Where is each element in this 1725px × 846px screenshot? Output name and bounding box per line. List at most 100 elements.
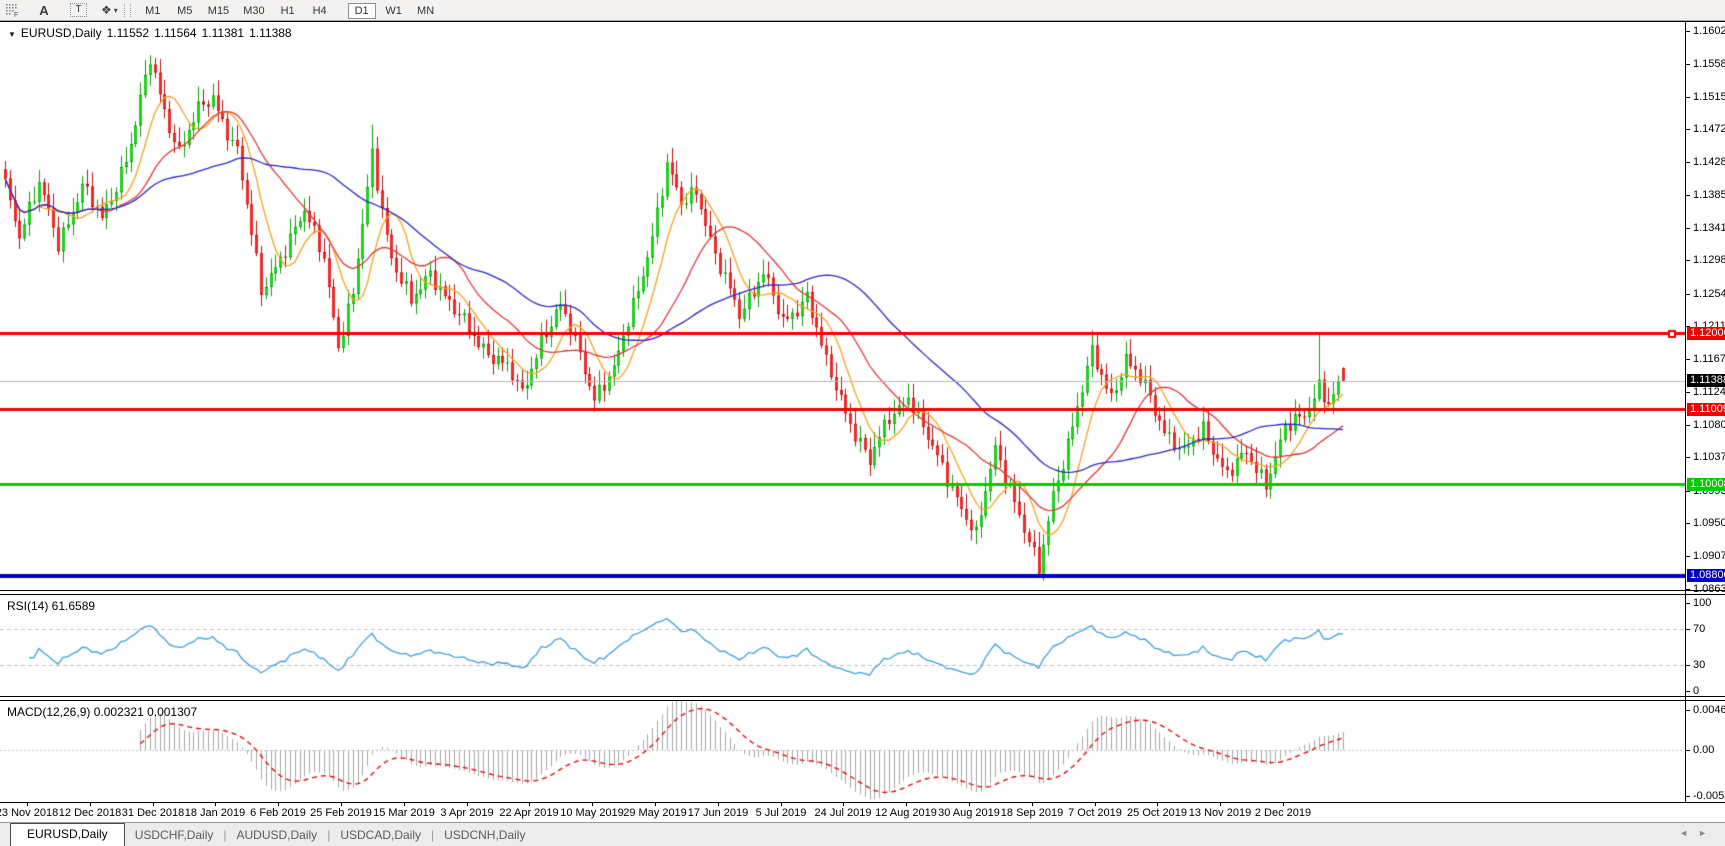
- date-tick-label: 25 Feb 2019: [310, 807, 372, 819]
- rsi-label: RSI(14) 61.6589: [7, 599, 95, 613]
- date-tick-label: 13 Nov 2019: [1189, 807, 1251, 819]
- date-tick-label: 23 Nov 2018: [0, 807, 58, 819]
- axis-tick-mark: [1686, 64, 1690, 65]
- axis-tick-mark: [1686, 392, 1690, 393]
- date-tick-mark: [153, 803, 154, 806]
- timeframe-button-M5[interactable]: M5: [171, 3, 199, 19]
- date-tick-mark: [781, 803, 782, 806]
- axis-tick-mark: [1686, 603, 1690, 604]
- date-tick-mark: [404, 803, 405, 806]
- axis-tick-mark: [1686, 691, 1690, 692]
- date-tick-mark: [341, 803, 342, 806]
- rsi-tick-label: 100: [1693, 597, 1711, 609]
- timeframe-buttons: M1M5M15M30 H1H4 D1W1MN: [137, 1, 442, 19]
- axis-tick-mark: [1686, 129, 1690, 130]
- axis-tick-mark: [1686, 710, 1690, 711]
- date-tick-label: 18 Jan 2019: [185, 807, 246, 819]
- date-tick-mark: [1157, 803, 1158, 806]
- date-tick-mark: [969, 803, 970, 806]
- axis-tick-mark: [1686, 294, 1690, 295]
- tab-audusd[interactable]: AUDUSD,Daily: [227, 825, 328, 845]
- timeframe-button-W1[interactable]: W1: [380, 3, 408, 19]
- macd-canvas[interactable]: [0, 701, 1685, 802]
- rsi-canvas[interactable]: [0, 595, 1685, 696]
- symbol-period-label: EURUSD,Daily: [21, 26, 102, 40]
- axis-tick-mark: [1686, 457, 1690, 458]
- axis-tick-mark: [1686, 195, 1690, 196]
- arrange-objects-icon[interactable]: ❖▾: [101, 2, 118, 18]
- tab-scroll-right-icon[interactable]: ►: [1698, 828, 1717, 838]
- chevron-down-icon[interactable]: ▼: [8, 30, 16, 39]
- text-box-icon[interactable]: T: [70, 2, 87, 18]
- axis-tick-mark: [1686, 425, 1690, 426]
- date-tick-label: 29 May 2019: [623, 807, 687, 819]
- price-tick-label: 1.10370: [1693, 451, 1725, 463]
- date-tick-label: 22 Apr 2019: [499, 807, 558, 819]
- tab-eurusd[interactable]: EURUSD,Daily: [10, 823, 125, 846]
- price-tick-label: 1.14280: [1693, 156, 1725, 168]
- date-tick-mark: [1032, 803, 1033, 806]
- date-tick-mark: [655, 803, 656, 806]
- timeframe-button-D1[interactable]: D1: [348, 3, 376, 19]
- axis-tick-mark: [1686, 260, 1690, 261]
- date-tick-mark: [1220, 803, 1221, 806]
- timeframe-button-M30[interactable]: M30: [238, 3, 269, 19]
- price-tick-label: 1.12980: [1693, 254, 1725, 266]
- grid-f-icon[interactable]: F: [2, 2, 24, 18]
- axis-tick-mark: [1686, 228, 1690, 229]
- timeframe-button-MN[interactable]: MN: [412, 3, 440, 19]
- quote-low: 1.11381: [202, 26, 245, 40]
- tab-scroll-left-icon[interactable]: ◄: [1679, 828, 1698, 838]
- date-tick-label: 18 Sep 2019: [1001, 807, 1063, 819]
- main-pane-bottom-border: [0, 590, 1725, 591]
- macd-tick-label: -0.005299: [1693, 790, 1725, 802]
- date-tick-mark: [906, 803, 907, 806]
- timeframe-button-M1[interactable]: M1: [139, 3, 167, 19]
- font-a-icon[interactable]: A: [34, 2, 54, 18]
- axis-tick-mark: [1686, 359, 1690, 360]
- date-tick-mark: [1095, 803, 1096, 806]
- axis-tick-mark: [1686, 491, 1690, 492]
- macd-tick-label: 0.00: [1693, 744, 1714, 756]
- date-tick-mark: [592, 803, 593, 806]
- rsi-tick-label: 0: [1693, 685, 1699, 697]
- axis-tick-mark: [1686, 750, 1690, 751]
- toolbar-grip: [124, 4, 131, 17]
- axis-tick-mark: [1686, 796, 1690, 797]
- price-tick-label: 1.13850: [1693, 189, 1725, 201]
- date-tick-mark: [90, 803, 91, 806]
- date-tick-mark: [843, 803, 844, 806]
- tabs-holder: EURUSD,DailyUSDCHF,Daily|AUDUSD,Daily|US…: [0, 823, 535, 846]
- price-tick-label: 1.11670: [1693, 353, 1725, 365]
- date-tick-mark: [529, 803, 530, 806]
- symbol-tabbar: EURUSD,DailyUSDCHF,Daily|AUDUSD,Daily|US…: [0, 822, 1725, 846]
- timeframe-button-M15[interactable]: M15: [203, 3, 234, 19]
- chart-title[interactable]: ▼EURUSD,Daily1.115521.115641.113811.1138…: [8, 26, 297, 40]
- date-tick-label: 7 Oct 2019: [1068, 807, 1122, 819]
- date-tick-mark: [278, 803, 279, 806]
- date-tick-label: 25 Oct 2019: [1127, 807, 1187, 819]
- tab-usdcad[interactable]: USDCAD,Daily: [330, 825, 431, 845]
- price-tick-label: 1.13410: [1693, 222, 1725, 234]
- rsi-tick-label: 30: [1693, 659, 1705, 671]
- axis-tick-mark: [1686, 31, 1690, 32]
- axis-tick-mark: [1686, 162, 1690, 163]
- tab-usdcnh[interactable]: USDCNH,Daily: [434, 825, 535, 845]
- tab-usdchf[interactable]: USDCHF,Daily: [125, 825, 224, 845]
- date-tick-label: 31 Dec 2018: [122, 807, 184, 819]
- price-tick-label: 1.10800: [1693, 419, 1725, 431]
- date-tick-mark: [27, 803, 28, 806]
- date-tick-label: 3 Apr 2019: [440, 807, 493, 819]
- quote-close: 1.11388: [249, 26, 292, 40]
- price-tick-label: 1.15580: [1693, 58, 1725, 70]
- axis-tick-mark: [1686, 629, 1690, 630]
- timeframe-button-H4[interactable]: H4: [306, 3, 334, 19]
- date-tick-label: 2 Dec 2019: [1255, 807, 1311, 819]
- price-tick-label: 1.15150: [1693, 91, 1725, 103]
- level-price-chip: 1.10008: [1687, 478, 1725, 491]
- date-tick-label: 6 Feb 2019: [250, 807, 306, 819]
- price-chart-canvas[interactable]: [0, 22, 1685, 590]
- date-tick-label: 24 Jul 2019: [815, 807, 872, 819]
- date-tick-label: 12 Dec 2018: [59, 807, 121, 819]
- timeframe-button-H1[interactable]: H1: [274, 3, 302, 19]
